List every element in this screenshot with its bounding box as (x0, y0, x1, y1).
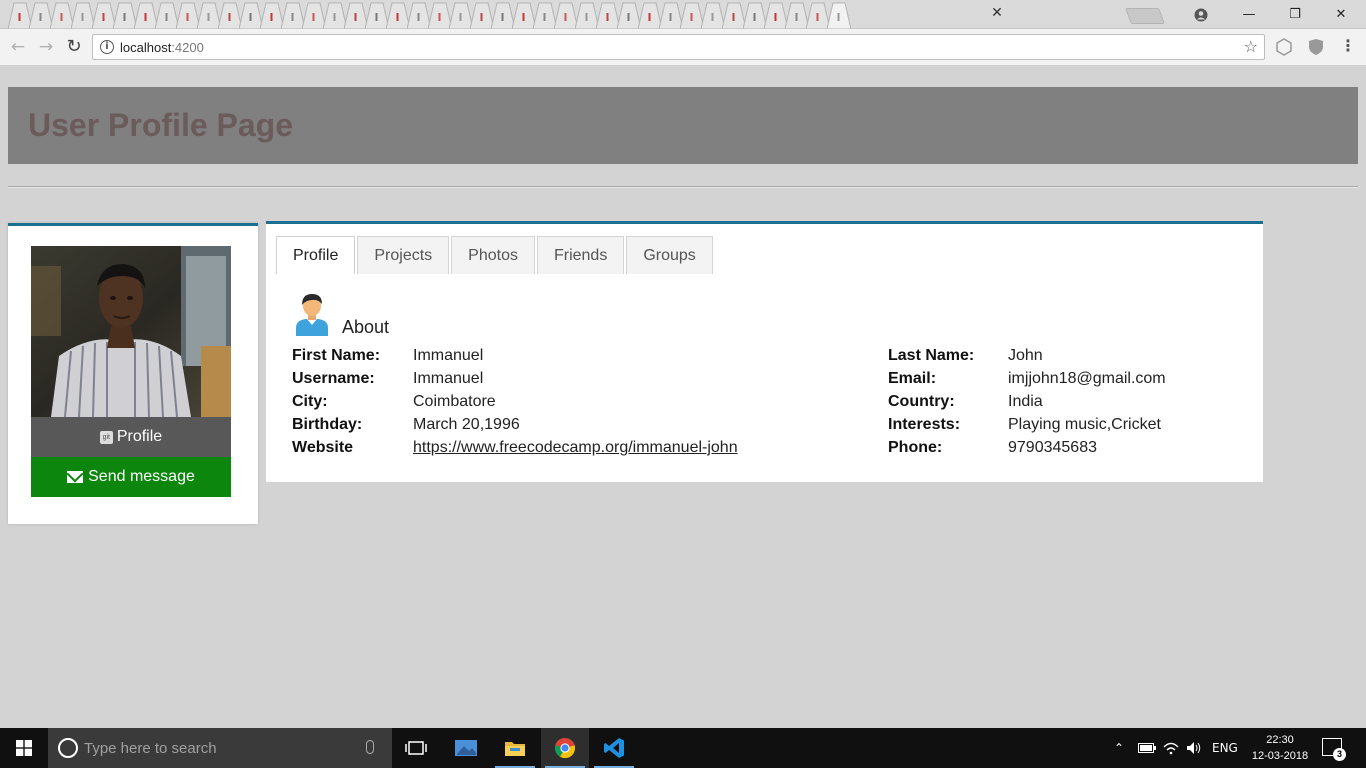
country-label: Country: (888, 393, 955, 410)
envelope-icon (67, 471, 84, 483)
birthday-value: March 20,1996 (413, 416, 520, 433)
taskbar-search-box[interactable]: Type here to search (48, 728, 392, 768)
wifi-icon[interactable] (1163, 728, 1179, 768)
profile-tabs: Profile Projects Photos Friends Groups (276, 236, 715, 274)
website-link[interactable]: https://www.freecodecamp.org/immanuel-jo… (413, 439, 738, 457)
vscode-icon[interactable] (590, 728, 638, 768)
task-view-icon[interactable] (392, 728, 440, 768)
clock-time: 22:30 (1266, 734, 1294, 746)
taskbar: Type here to search ⌃ ENG 22:30 12-03-20… (0, 728, 1366, 768)
menu-icon[interactable]: ⋮ (1340, 36, 1356, 55)
interests-label: Interests: (888, 416, 961, 433)
url-text[interactable]: localhost:4200 (120, 40, 204, 55)
windows-logo-icon (16, 740, 32, 756)
account-icon[interactable] (1178, 0, 1224, 29)
close-window-button[interactable]: ✕ (1318, 0, 1364, 29)
reload-icon[interactable]: ↻ (62, 36, 86, 58)
maximize-button[interactable]: ❐ (1272, 0, 1318, 29)
microphone-icon[interactable] (366, 740, 374, 754)
minimize-button[interactable]: — (1226, 0, 1272, 29)
cortana-icon (58, 738, 78, 758)
page-header: User Profile Page (8, 87, 1358, 164)
last-name-value: John (1008, 347, 1043, 364)
send-message-label: Send message (88, 468, 195, 485)
divider (8, 186, 1358, 188)
first-name-value: Immanuel (413, 347, 484, 364)
send-message-button[interactable]: Send message (31, 457, 231, 497)
website-label: Website (292, 439, 354, 456)
close-tab-icon[interactable]: ✕ (989, 5, 1005, 21)
git-icon: git (99, 430, 113, 444)
back-icon[interactable]: ← (6, 36, 30, 58)
tab-profile[interactable]: Profile (276, 236, 356, 274)
tab-projects[interactable]: Projects (357, 236, 450, 274)
country-value: India (1008, 393, 1043, 410)
username-value: Immanuel (413, 370, 484, 387)
tray-overflow-icon[interactable]: ⌃ (1114, 728, 1124, 768)
url-port: :4200 (171, 40, 204, 55)
browser-tab-strip: ✕ — ❐ ✕ (0, 0, 1366, 29)
phone-label: Phone: (888, 439, 943, 456)
profile-side-card: git Profile Send message (8, 223, 258, 524)
url-host: localhost (120, 40, 172, 55)
profile-photo (31, 246, 231, 417)
star-icon[interactable]: ☆ (1244, 37, 1258, 56)
file-explorer-icon[interactable] (491, 728, 539, 768)
profile-button[interactable]: git Profile (31, 417, 231, 457)
email-value: imjjohn18@gmail.com (1008, 370, 1166, 387)
email-label: Email: (888, 370, 937, 387)
battery-icon[interactable] (1138, 728, 1156, 768)
browser-tab[interactable] (827, 2, 851, 29)
extension-icon[interactable] (1276, 38, 1292, 56)
taskbar-search-placeholder: Type here to search (84, 740, 217, 757)
info-icon[interactable]: i (100, 40, 114, 54)
about-header: About (292, 292, 390, 337)
interests-value: Playing music,Cricket (1008, 416, 1161, 433)
address-bar[interactable]: i localhost:4200 ☆ (92, 34, 1265, 60)
clock-date: 12-03-2018 (1251, 750, 1309, 762)
taskbar-clock[interactable]: 22:30 12-03-2018 (1246, 732, 1314, 764)
username-label: Username: (292, 370, 375, 387)
tab-friends[interactable]: Friends (536, 236, 625, 274)
new-tab-button[interactable] (1125, 8, 1165, 24)
about-title: About (342, 317, 390, 337)
tab-groups[interactable]: Groups (626, 236, 713, 274)
browser-toolbar: ← → ↻ i localhost:4200 ☆ ⋮ (0, 29, 1366, 66)
city-value: Coimbatore (413, 393, 496, 410)
chrome-icon[interactable] (541, 728, 589, 768)
last-name-label: Last Name: (888, 347, 975, 364)
windows-start-button[interactable] (0, 728, 48, 768)
birthday-label: Birthday: (292, 416, 363, 433)
phone-value: 9790345683 (1008, 439, 1097, 456)
notification-count-badge: 3 (1333, 748, 1346, 761)
shield-icon[interactable] (1308, 38, 1324, 56)
profile-button-label: Profile (116, 428, 163, 445)
user-avatar-icon (296, 294, 328, 336)
page-title: User Profile Page (28, 107, 293, 143)
browser-tabs (8, 2, 1130, 29)
city-label: City: (292, 393, 328, 410)
first-name-label: First Name: (292, 347, 381, 364)
tab-photos[interactable]: Photos (451, 236, 535, 274)
profile-main-card: Profile Projects Photos Friends Groups A… (266, 221, 1263, 482)
forward-icon[interactable]: → (34, 36, 58, 58)
language-indicator[interactable]: ENG (1212, 728, 1238, 768)
volume-icon[interactable] (1186, 728, 1202, 768)
photos-app-icon[interactable] (442, 728, 490, 768)
